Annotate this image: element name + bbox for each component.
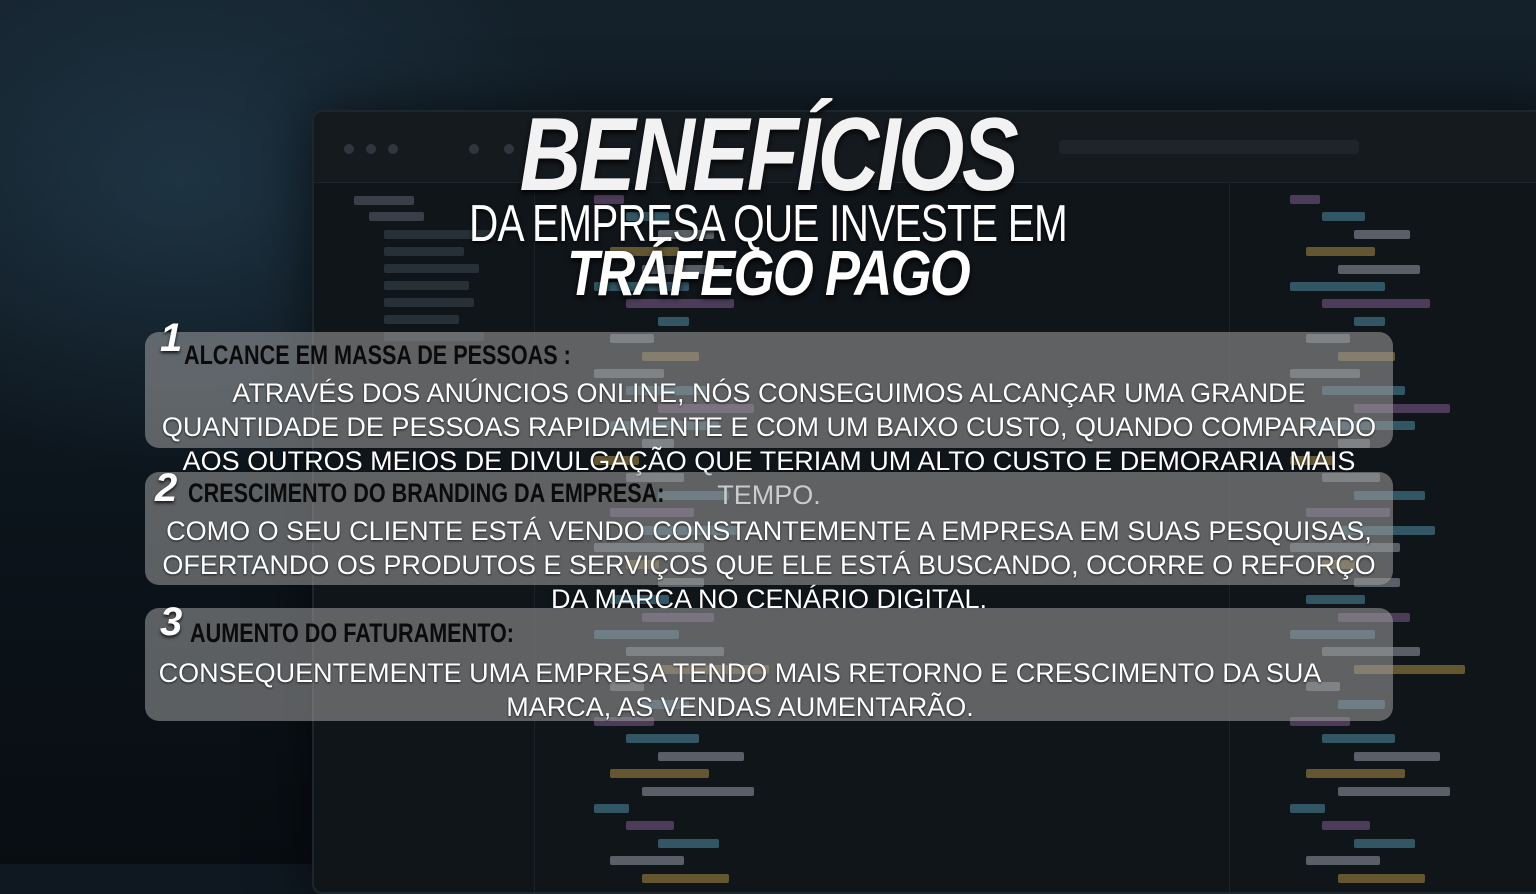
benefit-text-2: COMO O SEU CLIENTE ESTÁ VENDO CONSTANTEM… — [162, 516, 1376, 614]
benefit-title-2: CRESCIMENTO DO BRANDING DA EMPRESA: — [188, 478, 665, 508]
benefit-title-3: AUMENTO DO FATURAMENTO: — [190, 618, 514, 648]
benefit-title-1: ALCANCE EM MASSA DE PESSOAS : — [184, 340, 571, 370]
benefit-number-1: 1 — [160, 316, 182, 360]
benefit-text-3: CONSEQUENTEMENTE UMA EMPRESA TENDO MAIS … — [158, 658, 1322, 722]
page-title: BENEFÍCIOS — [519, 97, 1019, 213]
benefit-number-2: 2 — [155, 466, 177, 510]
benefit-number-3: 3 — [160, 600, 182, 644]
page-highlight: TRÁFEGO PAGO — [566, 237, 971, 309]
